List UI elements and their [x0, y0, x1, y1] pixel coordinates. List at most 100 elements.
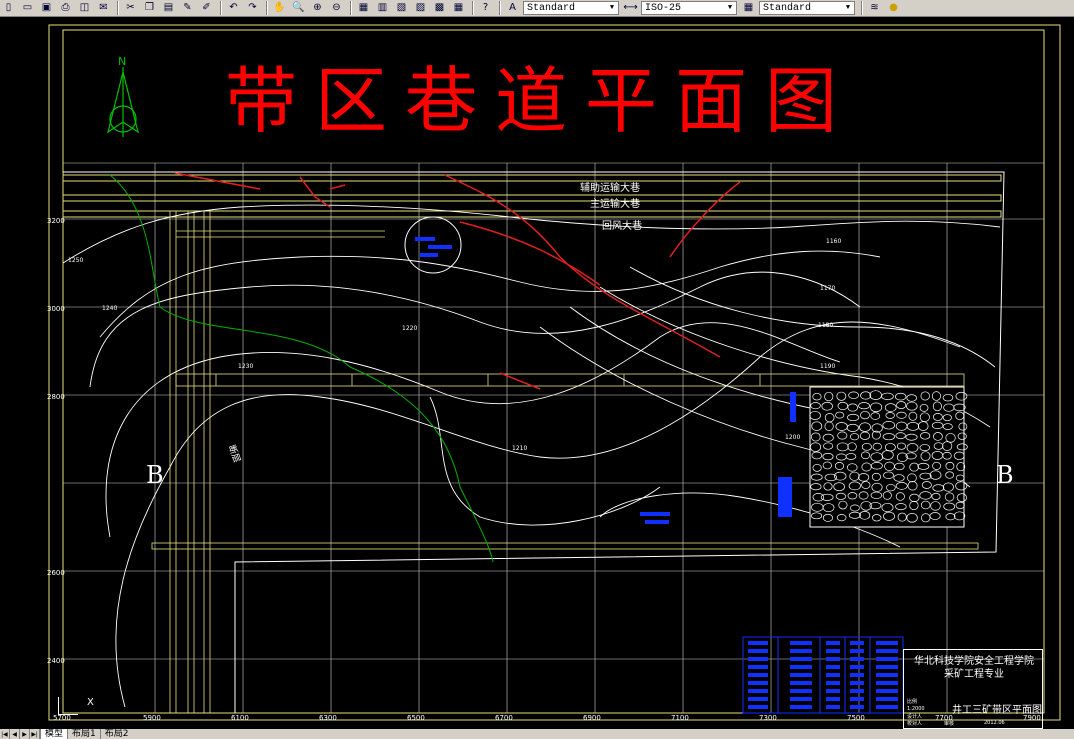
x-grid-label: 6700 — [495, 714, 513, 722]
parts-list-cell — [790, 689, 812, 693]
parts-list-cell — [790, 649, 812, 653]
cut-icon[interactable]: ✂ — [122, 1, 139, 16]
copy-icon[interactable]: ❐ — [141, 1, 158, 16]
paste-icon[interactable]: ▤ — [160, 1, 177, 16]
title-block-scale-label: 比例 — [907, 699, 918, 705]
calculator-icon[interactable]: ▦ — [450, 1, 467, 16]
zoom-realtime-icon[interactable]: 🔍 — [290, 1, 307, 16]
publish-icon[interactable]: ✉ — [95, 1, 112, 16]
fault-lines — [174, 172, 741, 390]
section-mark-right: B — [996, 461, 1014, 489]
contour-label: 1160 — [826, 238, 842, 245]
title-block: 华北科技学院安全工程学院 采矿工程专业 井工三矿带区平面图 比例 1:2000 … — [903, 649, 1043, 729]
next-tab-icon[interactable]: ▶ — [20, 729, 30, 739]
parts-list-cell — [748, 641, 768, 645]
contour-label: 1220 — [402, 325, 418, 332]
redo-icon[interactable]: ↷ — [244, 1, 261, 16]
zoom-previous-icon[interactable]: ⊖ — [328, 1, 345, 16]
properties-icon[interactable]: ▦ — [355, 1, 372, 16]
first-tab-icon[interactable]: |◀ — [0, 729, 10, 739]
chevron-down-icon[interactable]: ▼ — [843, 3, 853, 13]
markup-icon[interactable]: ▩ — [431, 1, 448, 16]
toolbar-separator — [220, 1, 222, 15]
parts-list-cell — [876, 705, 898, 709]
zoom-window-icon[interactable]: ⊕ — [309, 1, 326, 16]
new-icon[interactable]: ▯ — [0, 1, 17, 16]
dim-style-select[interactable]: ISO-25 ▼ — [641, 1, 737, 15]
table-style-select[interactable]: Standard ▼ — [759, 1, 855, 15]
tab-layout1[interactable]: 布局1 — [67, 729, 100, 739]
text-style-value: Standard — [527, 2, 576, 14]
save-icon[interactable]: ▣ — [38, 1, 55, 16]
prev-tab-icon[interactable]: ◀ — [10, 729, 20, 739]
last-tab-icon[interactable]: ▶| — [30, 729, 40, 739]
parts-list-cell — [850, 665, 864, 669]
north-arrow — [107, 67, 139, 137]
north-label: N — [118, 55, 126, 68]
title-block-designer: 设计人 — [907, 714, 923, 720]
pan-icon[interactable]: ✋ — [271, 1, 288, 16]
contour-label: 1170 — [820, 285, 836, 292]
preview-icon[interactable]: ◫ — [76, 1, 93, 16]
table-style-value: Standard — [763, 2, 812, 14]
text-style-select[interactable]: Standard ▼ — [523, 1, 619, 15]
chevron-down-icon[interactable]: ▼ — [725, 3, 735, 13]
dim-style-icon: ⟷ — [623, 2, 638, 13]
open-icon[interactable]: ▭ — [19, 1, 36, 16]
shaft-lines — [169, 211, 385, 713]
y-grid-label: 2600 — [47, 569, 65, 577]
goaf-hatch-area — [809, 386, 968, 528]
y-grid-label: 2400 — [47, 657, 65, 665]
parts-list-cell — [748, 705, 768, 709]
x-grid-label: 5700 — [53, 714, 71, 722]
title-block-reviewer: 审核 — [944, 721, 955, 727]
x-grid-label: 6300 — [319, 714, 337, 722]
x-grid-label: 6500 — [407, 714, 425, 722]
parts-list-cell — [850, 705, 864, 709]
parts-list-cell — [790, 641, 812, 645]
parts-list-cell — [790, 673, 812, 677]
drawing-title: 带区巷道平面图 — [225, 59, 856, 143]
designcenter-icon[interactable]: ▥ — [374, 1, 391, 16]
parts-list-cell — [790, 705, 812, 709]
parts-list-cell — [876, 649, 898, 653]
x-grid-label: 7300 — [759, 714, 777, 722]
x-grid-label: 7500 — [847, 714, 865, 722]
tab-layout2[interactable]: 布局2 — [99, 729, 133, 739]
goaf-boundary-line — [109, 174, 494, 563]
table-style-icon: ▦ — [743, 2, 754, 13]
parts-list-cell — [876, 697, 898, 701]
chevron-down-icon[interactable]: ▼ — [607, 3, 617, 13]
drawing-canvas[interactable]: N 带区巷道平面图 B B 辅助运输大巷 主运输大巷 回风大巷 断层 1160 … — [0, 17, 1074, 729]
undo-icon[interactable]: ↶ — [225, 1, 242, 16]
parts-list-cell — [876, 681, 898, 685]
block-editor-icon[interactable]: ✐ — [198, 1, 215, 16]
bulb-icon[interactable]: ● — [885, 1, 902, 16]
sheetset-icon[interactable]: ▨ — [412, 1, 429, 16]
roadway-label-return-air: 回风大巷 — [602, 221, 642, 232]
title-block-checker: 校对人 — [907, 721, 923, 727]
parts-list-cell — [748, 673, 768, 677]
parts-list-cell — [850, 641, 864, 645]
toolpalettes-icon[interactable]: ▧ — [393, 1, 410, 16]
x-grid-label: 5900 — [143, 714, 161, 722]
layers-icon[interactable]: ≋ — [866, 1, 883, 16]
parts-list-cell — [826, 641, 840, 645]
parts-list-cell — [850, 697, 864, 701]
parts-list-cell — [826, 689, 840, 693]
x-grid-label: 6900 — [583, 714, 601, 722]
parts-list-cell — [826, 705, 840, 709]
tab-model[interactable]: 模型 — [40, 729, 68, 739]
parts-list-cell — [876, 689, 898, 693]
parts-list-cell — [748, 681, 768, 685]
dim-style-value: ISO-25 — [645, 2, 682, 14]
ucs-icon: X — [58, 697, 94, 715]
parts-list-cell — [850, 689, 864, 693]
print-icon[interactable]: ⎙ — [57, 1, 74, 16]
contour-label: 1240 — [102, 305, 118, 312]
contour-label: 1180 — [818, 322, 834, 329]
text-style-icon: A — [509, 2, 516, 13]
help-icon[interactable]: ? — [477, 1, 494, 16]
toolbar-separator — [499, 1, 501, 15]
matchprop-icon[interactable]: ✎ — [179, 1, 196, 16]
